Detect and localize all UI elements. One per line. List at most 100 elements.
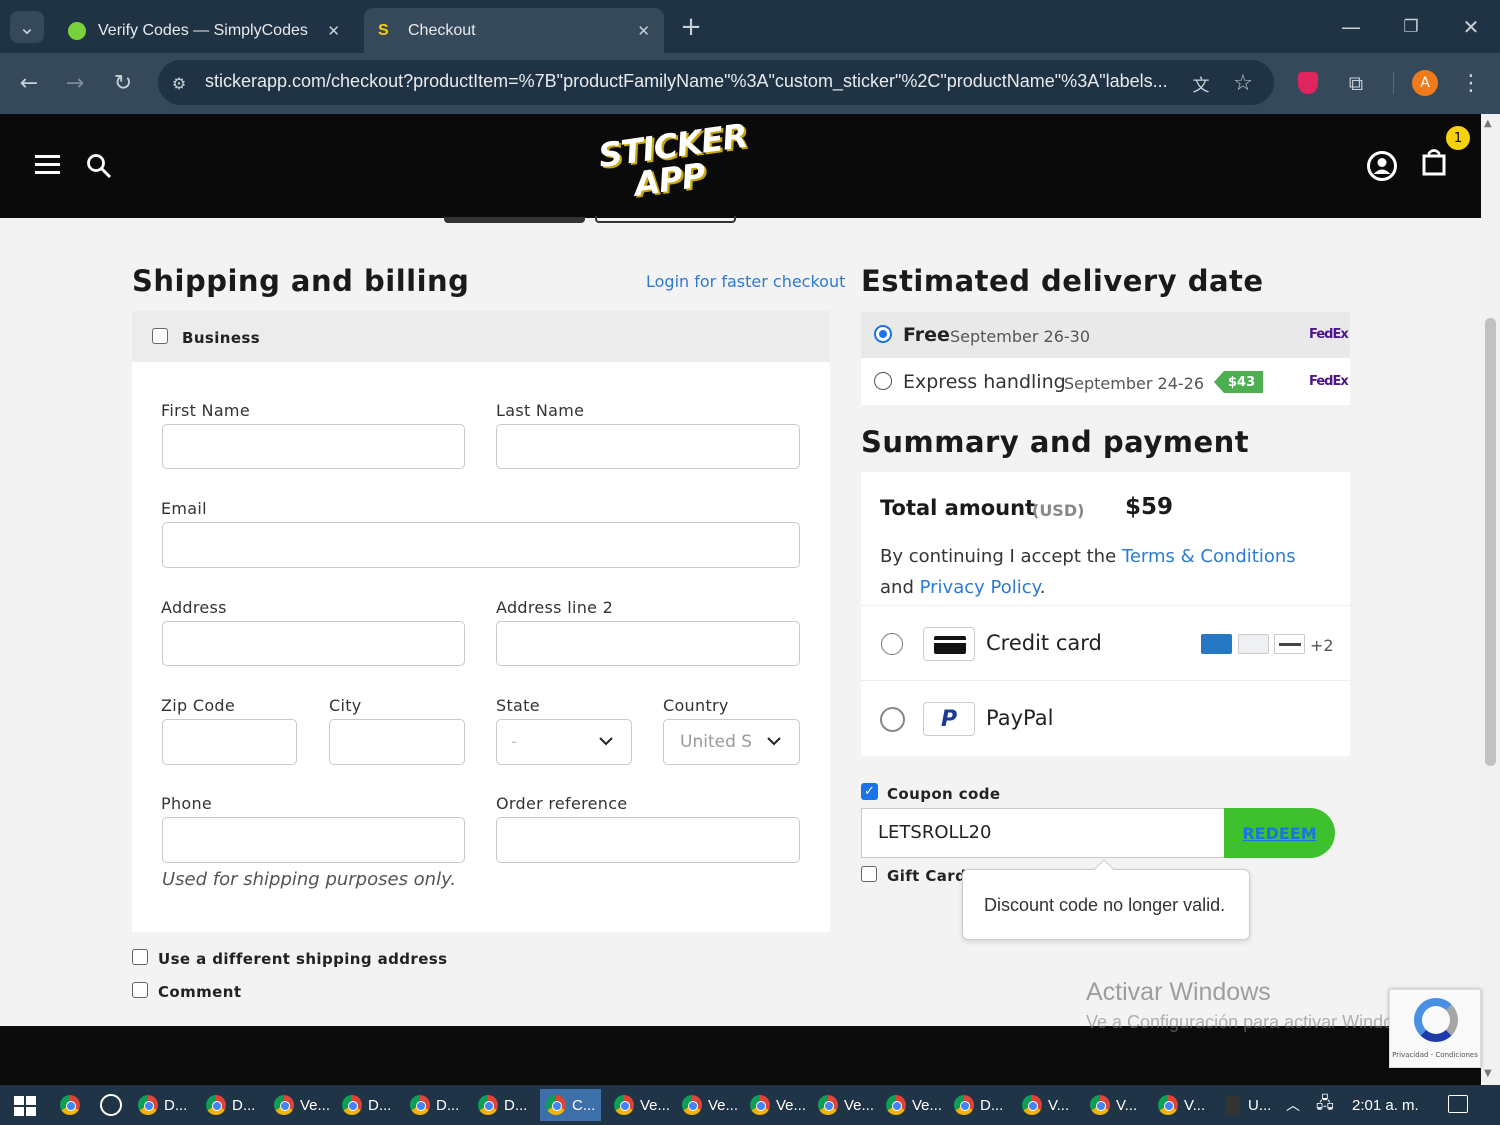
- tab-verify-codes[interactable]: Verify Codes — SimplyCodes ✕: [54, 8, 354, 53]
- minimize-icon[interactable]: —: [1336, 12, 1366, 42]
- taskbar-app-button[interactable]: C...: [540, 1089, 602, 1121]
- taskbar-app-button[interactable]: D...: [138, 1089, 187, 1121]
- translate-icon[interactable]: 文: [1186, 68, 1216, 98]
- search-icon[interactable]: [86, 153, 112, 179]
- site-info-icon[interactable]: ⚙: [164, 68, 194, 98]
- privacy-policy-link[interactable]: Privacy Policy: [920, 577, 1040, 598]
- profile-avatar[interactable]: A: [1412, 70, 1438, 96]
- different-shipping-address-checkbox[interactable]: [132, 949, 148, 965]
- last-name-field[interactable]: [496, 424, 800, 469]
- back-arrow-icon[interactable]: ←: [14, 68, 44, 98]
- chrome-icon: [1090, 1095, 1110, 1115]
- paypal-radio[interactable]: [880, 707, 905, 732]
- taskbar-app-button[interactable]: Ve...: [818, 1089, 874, 1121]
- shopping-bag-icon[interactable]: [1422, 148, 1448, 178]
- free-option-name: Free: [903, 324, 950, 346]
- taskbar-app-label: V...: [1116, 1096, 1138, 1114]
- phone-field[interactable]: [162, 817, 465, 863]
- hamburger-menu-icon[interactable]: [35, 155, 60, 177]
- forward-arrow-icon[interactable]: →: [60, 68, 90, 98]
- windows-start-icon[interactable]: [14, 1096, 36, 1116]
- delivery-title: Estimated delivery date: [861, 264, 1264, 298]
- email-label: Email: [161, 499, 207, 518]
- taskbar-app-button[interactable]: D...: [206, 1089, 255, 1121]
- phone-label: Phone: [161, 794, 213, 813]
- city-field[interactable]: [329, 719, 465, 765]
- recaptcha-terms[interactable]: Privacidad - Condiciones: [1390, 1051, 1480, 1059]
- paypal-label: PayPal: [986, 706, 1054, 730]
- gift-card-checkbox[interactable]: [861, 866, 877, 882]
- first-name-field[interactable]: [162, 424, 465, 469]
- diners-card-icon: [1238, 634, 1269, 654]
- taskbar-app-button[interactable]: Ve...: [274, 1089, 330, 1121]
- coupon-code-field[interactable]: LETSROLL20: [861, 808, 1241, 858]
- total-amount-label: Total amount: [880, 496, 1036, 520]
- accept-prefix: By continuing I accept the: [880, 546, 1117, 567]
- taskbar-chrome-icon[interactable]: [60, 1089, 86, 1121]
- new-tab-plus-icon[interactable]: +: [676, 12, 706, 42]
- scroll-up-arrow-icon[interactable]: ▲: [1484, 118, 1492, 129]
- coupon-code-checkbox-checked[interactable]: ✓: [861, 783, 878, 800]
- login-faster-checkout-link[interactable]: Login for faster checkout: [646, 272, 845, 291]
- account-user-icon[interactable]: [1366, 150, 1398, 182]
- business-checkbox[interactable]: [152, 328, 168, 344]
- restore-icon[interactable]: ❐: [1396, 12, 1426, 42]
- tab-checkout[interactable]: S Checkout ✕: [364, 8, 664, 53]
- close-tab-icon[interactable]: ✕: [637, 22, 650, 40]
- zip-code-field[interactable]: [162, 719, 297, 765]
- ublock-extension-icon[interactable]: [1298, 72, 1318, 94]
- taskbar-app-button[interactable]: Ve...: [886, 1089, 942, 1121]
- chevron-down-icon: [599, 737, 613, 746]
- currency-label: (USD): [1032, 501, 1085, 520]
- taskbar-app-button[interactable]: V...: [1090, 1089, 1137, 1121]
- url-text[interactable]: stickerapp.com/checkout?productItem=%7B"…: [205, 71, 1175, 92]
- comment-checkbox[interactable]: [132, 982, 148, 998]
- taskbar-app-button[interactable]: D...: [410, 1089, 459, 1121]
- taskbar-app-button[interactable]: Ve...: [614, 1089, 670, 1121]
- order-reference-field[interactable]: [496, 817, 800, 863]
- chrome-icon: [682, 1095, 702, 1115]
- chrome-icon: [818, 1095, 838, 1115]
- taskbar-clock[interactable]: 2:01 a. m.: [1352, 1089, 1419, 1121]
- bookmark-star-icon[interactable]: ☆: [1228, 68, 1258, 98]
- express-radio[interactable]: [874, 372, 892, 390]
- state-select[interactable]: -: [496, 719, 632, 765]
- taskbar-app-button[interactable]: D...: [478, 1089, 527, 1121]
- free-radio-selected[interactable]: [874, 325, 892, 343]
- redeem-button[interactable]: REDEEM: [1224, 808, 1335, 858]
- taskbar-app-button[interactable]: Ve...: [750, 1089, 806, 1121]
- extensions-puzzle-icon[interactable]: ⧉: [1341, 68, 1371, 98]
- close-window-icon[interactable]: ✕: [1456, 12, 1486, 42]
- stickerapp-logo[interactable]: STICKER APP: [594, 116, 749, 206]
- taskbar-app-button[interactable]: Ve...: [682, 1089, 738, 1121]
- taskbar-app-label: Ve...: [912, 1096, 943, 1114]
- address-line2-field[interactable]: [496, 621, 800, 666]
- network-icon[interactable]: 🖧: [1316, 1089, 1334, 1121]
- terms-text: By continuing I accept the Terms & Condi…: [880, 541, 1330, 603]
- credit-card-radio[interactable]: [881, 633, 903, 655]
- scrollbar-thumb[interactable]: [1485, 318, 1496, 766]
- more-menu-icon[interactable]: ⋮: [1456, 68, 1486, 98]
- fedex-text: FedEx: [1309, 374, 1349, 389]
- taskbar-whatsapp-icon[interactable]: [100, 1089, 122, 1121]
- taskbar-app-button[interactable]: U...: [1226, 1089, 1271, 1121]
- notification-center-icon[interactable]: [1448, 1095, 1468, 1113]
- reload-icon[interactable]: ↻: [108, 68, 138, 98]
- coupon-code-value: LETSROLL20: [878, 822, 992, 843]
- and-text: and: [880, 577, 914, 598]
- tab-search-chevron-icon[interactable]: ⌄: [10, 11, 44, 43]
- coupon-code-label: Coupon code: [887, 785, 1001, 803]
- address-field[interactable]: [162, 621, 465, 666]
- tray-chevron-up-icon[interactable]: ︿: [1286, 1089, 1300, 1121]
- scroll-down-arrow-icon[interactable]: ▼: [1484, 1068, 1492, 1079]
- terms-conditions-link[interactable]: Terms & Conditions: [1122, 546, 1296, 567]
- close-tab-icon[interactable]: ✕: [327, 22, 340, 40]
- taskbar-app-button[interactable]: V...: [1158, 1089, 1205, 1121]
- email-field[interactable]: [162, 522, 800, 568]
- taskbar-app-button[interactable]: D...: [954, 1089, 1003, 1121]
- app-icon: [1226, 1095, 1240, 1115]
- taskbar-app-button[interactable]: D...: [342, 1089, 391, 1121]
- recaptcha-badge[interactable]: Privacidad - Condiciones: [1389, 989, 1481, 1068]
- taskbar-app-button[interactable]: V...: [1022, 1089, 1069, 1121]
- country-select[interactable]: United S: [663, 719, 800, 765]
